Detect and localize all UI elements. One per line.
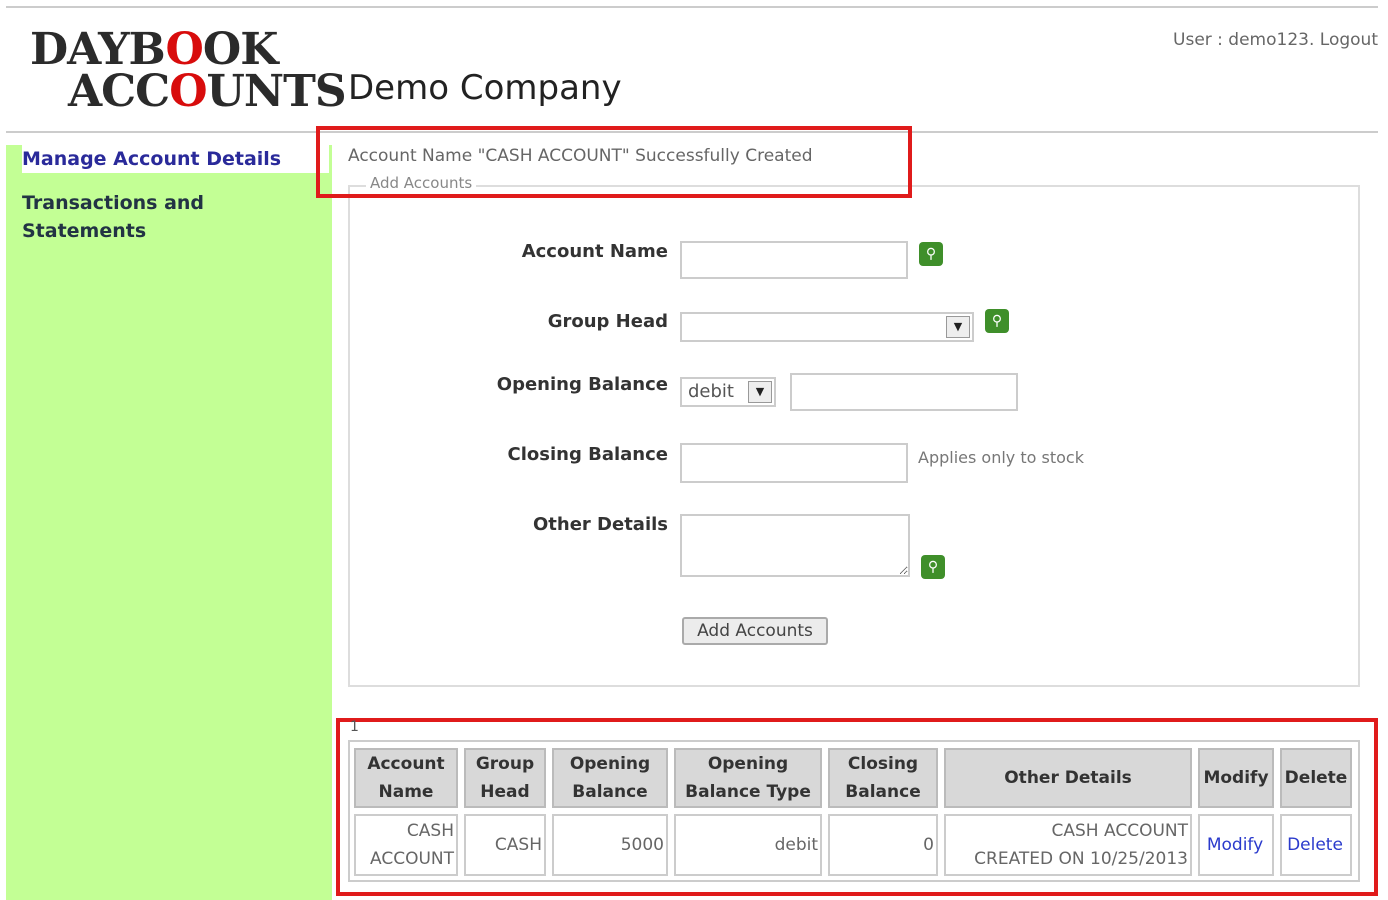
company-name: Demo Company [348, 68, 622, 108]
add-accounts-button[interactable]: Add Accounts [682, 617, 828, 645]
group-head-lookup-button[interactable]: ⚲ [985, 309, 1009, 333]
table-cell-group-head: CASH [464, 814, 546, 876]
column-header-modify: Modify [1198, 748, 1274, 808]
top-divider [6, 6, 1378, 8]
success-message: Account Name "CASH ACCOUNT" Successfully… [348, 146, 813, 166]
opening-balance-type-value: debit [688, 381, 734, 402]
chevron-down-icon[interactable]: ▼ [946, 316, 970, 338]
sidebar-item-label: Transactions and [22, 192, 205, 214]
user-info: User : demo123. Logout [1173, 30, 1378, 50]
table-cell-other-details: CASH ACCOUNT CREATED ON 10/25/2013 [944, 814, 1192, 876]
column-header-group-head: Group Head [464, 748, 546, 808]
logo-line2: ACCOUNTS [68, 66, 347, 117]
group-head-select[interactable]: ▼ [680, 312, 974, 342]
account-name-input[interactable] [680, 241, 908, 279]
table-cell-opening-balance-type: debit [674, 814, 822, 876]
sidebar-item-manage-account-details[interactable]: Manage Account Details [22, 145, 330, 173]
column-header-other-details: Other Details [944, 748, 1192, 808]
opening-balance-input[interactable] [790, 373, 1018, 411]
logout-link[interactable]: Logout [1320, 30, 1378, 50]
column-header-account-name: Account Name [354, 748, 458, 808]
other-details-lookup-button[interactable]: ⚲ [921, 555, 945, 579]
column-header-closing-balance: Closing Balance [828, 748, 938, 808]
column-header-opening-balance: Opening Balance [552, 748, 668, 808]
closing-balance-label: Closing Balance [507, 444, 668, 465]
table-cell-account-name: CASH ACCOUNT [354, 814, 458, 876]
table-cell-opening-balance: 5000 [552, 814, 668, 876]
page-number[interactable]: 1 [350, 719, 359, 735]
user-label: User : demo123. [1173, 30, 1315, 50]
other-details-label: Other Details [532, 514, 668, 535]
column-header-delete: Delete [1280, 748, 1352, 808]
magnifier-icon: ⚲ [991, 313, 1003, 329]
magnifier-icon: ⚲ [927, 559, 939, 575]
group-head-label: Group Head [547, 311, 668, 332]
sidebar: Manage Account Details Transactions and … [6, 145, 332, 900]
delete-link[interactable]: Delete [1280, 814, 1352, 876]
other-details-textarea[interactable] [680, 514, 910, 577]
chevron-down-icon[interactable]: ▼ [748, 381, 772, 403]
modify-link[interactable]: Modify [1198, 814, 1274, 876]
magnifier-icon: ⚲ [925, 246, 937, 262]
sidebar-item-label: Statements [22, 220, 147, 242]
column-header-opening-balance-type: Opening Balance Type [674, 748, 822, 808]
account-name-label: Account Name [521, 241, 668, 262]
sidebar-item-transactions-statements[interactable]: Transactions and Statements [22, 189, 204, 245]
table-cell-closing-balance: 0 [828, 814, 938, 876]
opening-balance-type-select[interactable]: debit ▼ [680, 377, 776, 407]
closing-balance-input[interactable] [680, 443, 908, 483]
account-name-lookup-button[interactable]: ⚲ [919, 242, 943, 266]
closing-balance-note: Applies only to stock [918, 448, 1084, 467]
opening-balance-label: Opening Balance [496, 374, 668, 395]
